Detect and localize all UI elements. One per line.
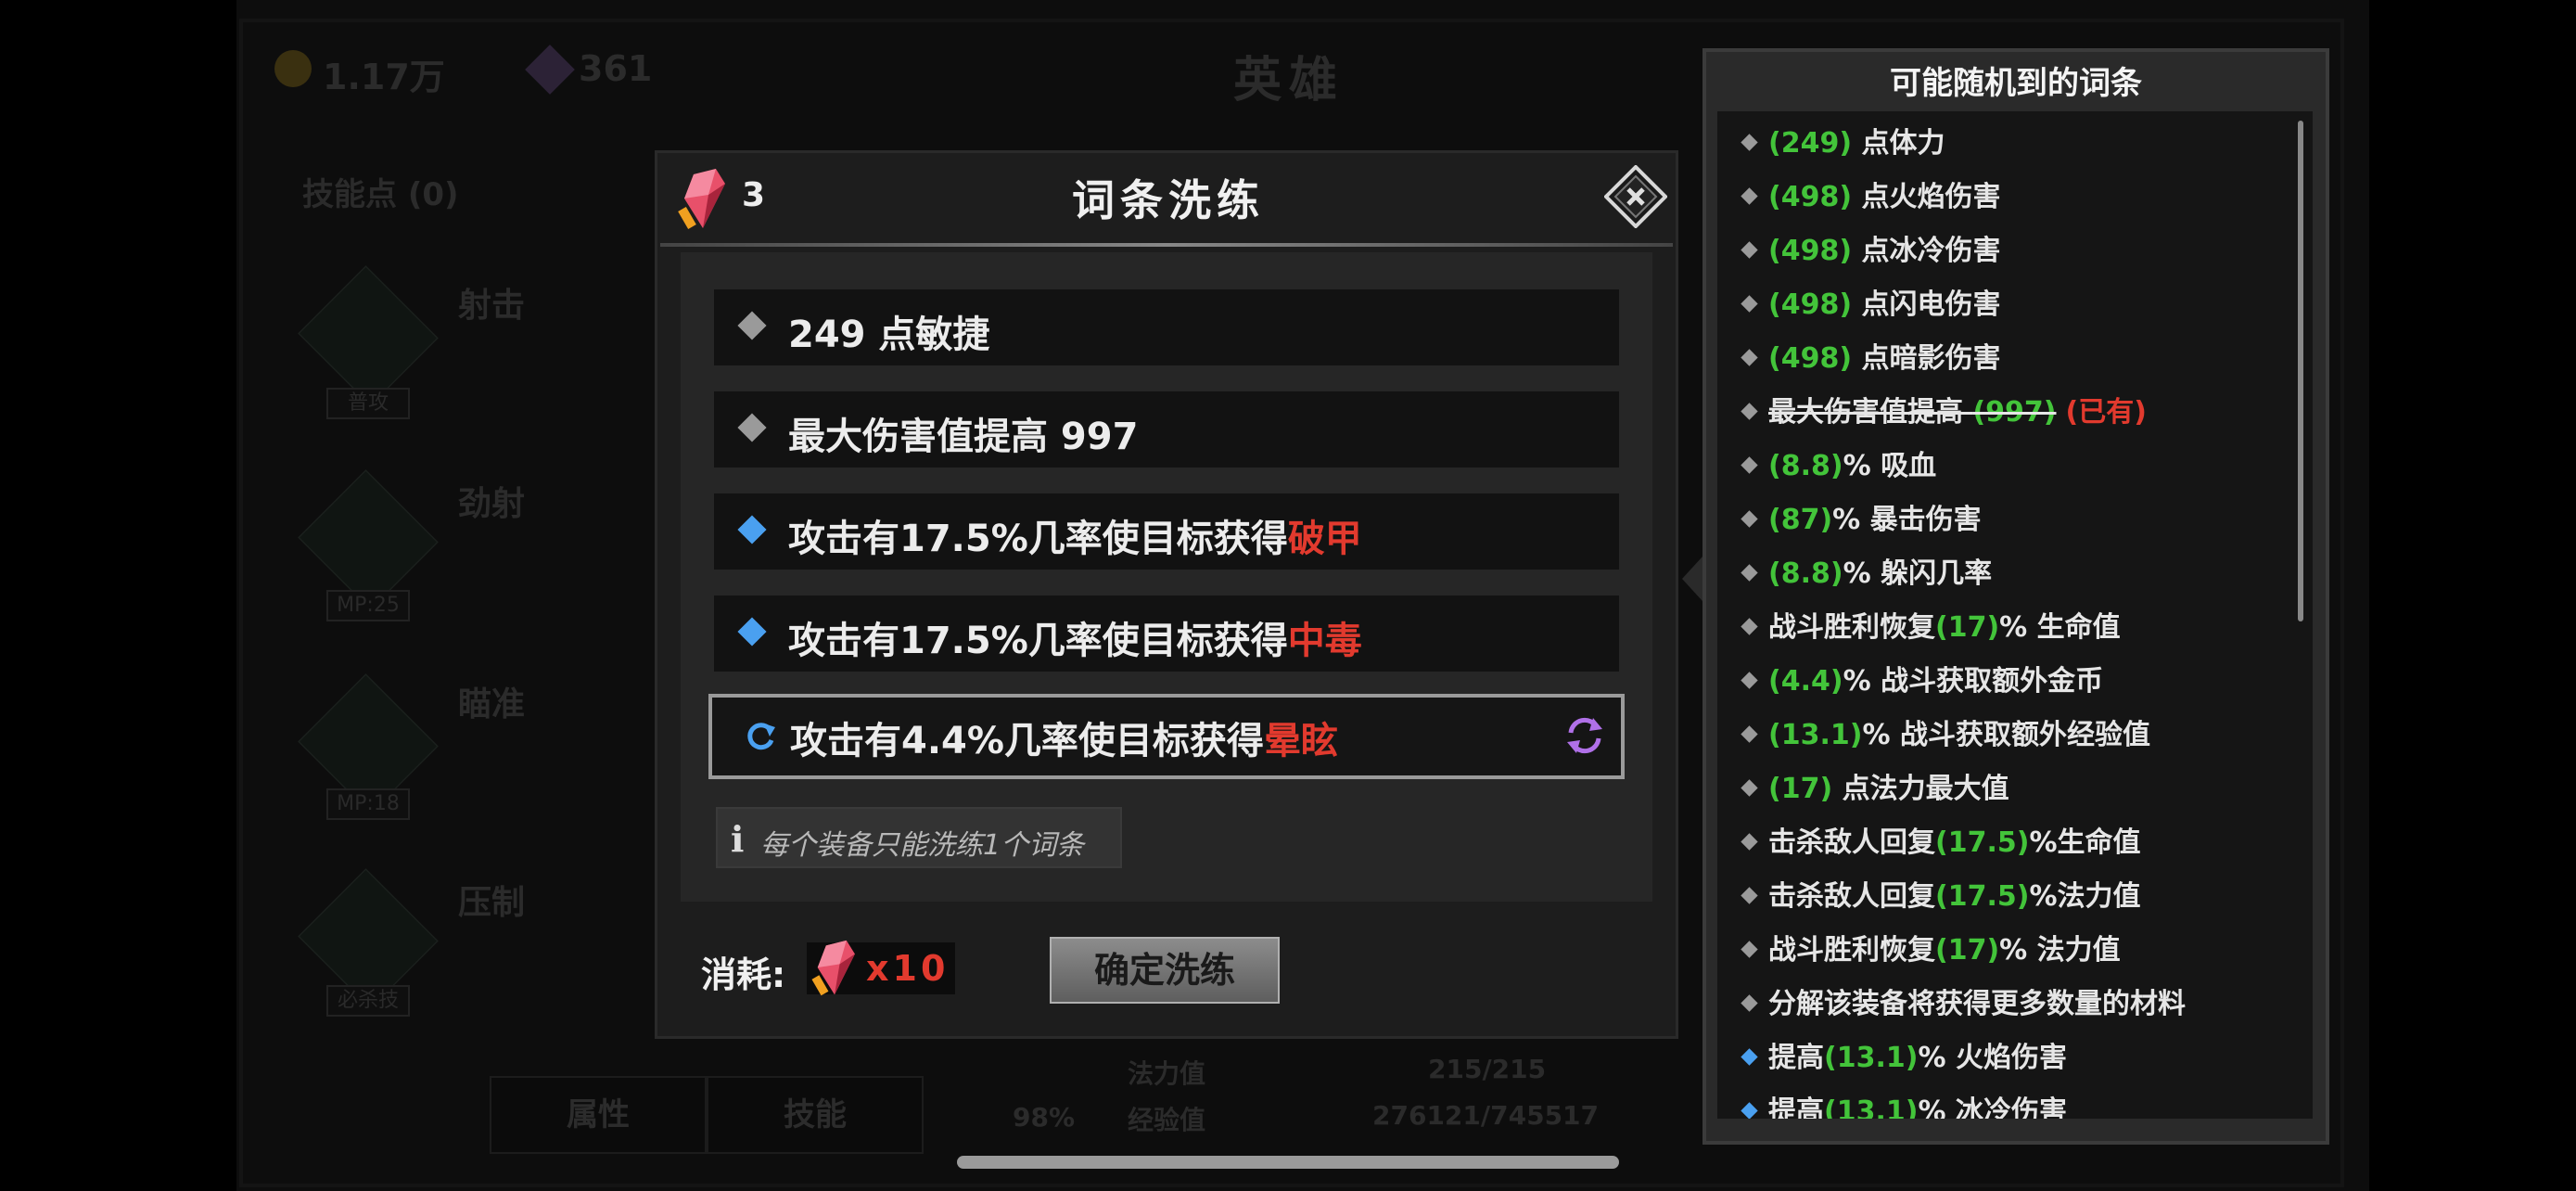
- panel-pointer: [1682, 557, 1702, 601]
- gold-amount: 1.17万: [323, 57, 445, 97]
- possible-affix-item: (498) 点火焰伤害: [1736, 171, 2001, 224]
- owned-badge: (已有): [2065, 396, 2147, 429]
- dialog-title: 词条洗练: [1072, 175, 1265, 225]
- possible-affix-item: (498) 点闪电伤害: [1736, 278, 2001, 332]
- possible-affix-item: 分解该装备将获得更多数量的材料: [1736, 978, 2186, 1031]
- possible-affix-item: (498) 点冰冷伤害: [1736, 224, 2001, 278]
- close-icon: [1603, 164, 1668, 229]
- skill-name: 压制: [458, 884, 526, 922]
- possible-affix-item: 提高(13.1)% 火焰伤害: [1736, 1031, 2067, 1085]
- possible-affix-item: (8.8)% 吸血: [1736, 440, 1936, 493]
- affix-text: 249 点敏捷: [788, 314, 990, 356]
- possible-affix-item: 击杀敌人回复(17.5)%生命值: [1736, 816, 2141, 870]
- close-button[interactable]: [1603, 164, 1668, 229]
- crystal-count: 3: [742, 176, 766, 214]
- diamond-bullet-icon: [737, 617, 767, 647]
- diamond-bullet-icon: [737, 413, 767, 442]
- stat-percent: 98%: [1013, 1102, 1076, 1133]
- cost-box: x10: [807, 940, 955, 996]
- skill-points-label: 技能点 (0): [302, 176, 459, 213]
- diamond-bullet-icon: [1741, 564, 1758, 582]
- notice-text: 每个装备只能洗练1个词条: [760, 829, 1085, 862]
- notice-box: i 每个装备只能洗练1个词条: [716, 807, 1122, 868]
- skill-tag: MP:25: [326, 590, 410, 621]
- diamond-bullet-icon: [1741, 779, 1758, 797]
- mana-value: 215/215: [1428, 1054, 1547, 1084]
- diamond-bullet-icon: [1741, 134, 1758, 151]
- confirm-reroll-button[interactable]: 确定洗练: [1050, 937, 1280, 1004]
- diamond-bullet-icon: [1741, 456, 1758, 474]
- page-title: 英雄: [1233, 53, 1345, 109]
- skill-name: 瞄准: [458, 685, 526, 724]
- diamond-bullet-icon: [737, 515, 767, 544]
- skill-tag: 普攻: [326, 388, 410, 419]
- list-scrollbar[interactable]: [2298, 121, 2303, 621]
- affix-text: 攻击有17.5%几率使目标获得中毒: [788, 620, 1362, 662]
- affix-text: 攻击有4.4%几率使目标获得晕眩: [790, 720, 1338, 762]
- tab-skills[interactable]: 技能: [707, 1076, 924, 1154]
- possible-affix-item: 战斗胜利恢复(17)% 法力值: [1736, 924, 2121, 978]
- possible-affix-item: (8.8)% 躲闪几率: [1736, 547, 1992, 601]
- possible-affix-item: 击杀敌人回复(17.5)%法力值: [1736, 870, 2141, 924]
- diamond-bullet-icon: [1741, 941, 1758, 958]
- diamond-bullet-icon: [1741, 349, 1758, 366]
- possible-affix-item: 战斗胜利恢复(17)% 生命值: [1736, 601, 2121, 655]
- skill-tag: MP:18: [326, 788, 410, 820]
- header-divider: [660, 243, 1673, 247]
- possible-affix-item: (498) 点暗影伤害: [1736, 332, 2001, 386]
- crystal-icon: [811, 940, 855, 996]
- possible-affix-item: 提高(13.1)% 冰冷伤害: [1736, 1085, 2067, 1119]
- affix-row-selected[interactable]: 攻击有4.4%几率使目标获得晕眩: [708, 694, 1625, 779]
- possible-affix-item: (13.1)% 战斗获取额外经验值: [1736, 709, 2150, 762]
- home-indicator[interactable]: [957, 1156, 1619, 1169]
- diamond-bullet-icon: [737, 311, 767, 340]
- gem-amount: 361: [579, 48, 653, 89]
- diamond-bullet-icon: [1741, 295, 1758, 313]
- info-icon: i: [731, 818, 745, 860]
- exp-value: 276121/745517: [1372, 1100, 1600, 1131]
- cycle-icon[interactable]: [1562, 712, 1608, 759]
- affix-row[interactable]: 攻击有17.5%几率使目标获得中毒: [714, 596, 1619, 672]
- possible-affix-item: (87)% 暴击伤害: [1736, 493, 1982, 547]
- crystal-icon: [675, 167, 731, 236]
- possible-affix-item: (4.4)% 战斗获取额外金币: [1736, 655, 2103, 709]
- skill-name: 劲射: [458, 485, 526, 523]
- cost-value: x10: [866, 948, 950, 989]
- possible-affix-item: (17) 点法力最大值: [1736, 762, 2009, 816]
- affix-text: 最大伤害值提高 997: [788, 416, 1139, 458]
- possible-affix-list[interactable]: (249) 点体力 (498) 点火焰伤害 (498) 点冰冷伤害 (498) 点闪电…: [1717, 111, 2313, 1119]
- diamond-bullet-icon: [1741, 672, 1758, 689]
- gold-coin-icon: [274, 50, 312, 87]
- diamond-bullet-icon: [1741, 1048, 1758, 1066]
- skill-tag: 必杀技: [326, 985, 410, 1017]
- exp-label: 经验值: [1128, 1105, 1206, 1135]
- diamond-bullet-icon: [1741, 1102, 1758, 1119]
- diamond-bullet-icon: [1741, 725, 1758, 743]
- affix-row[interactable]: 249 点敏捷: [714, 289, 1619, 365]
- affix-row[interactable]: 最大伤害值提高 997: [714, 391, 1619, 467]
- diamond-bullet-icon: [1741, 510, 1758, 528]
- possible-affix-item: (249) 点体力: [1736, 117, 1945, 171]
- diamond-bullet-icon: [1741, 887, 1758, 904]
- diamond-bullet-icon: [1741, 403, 1758, 420]
- diamond-bullet-icon: [1741, 187, 1758, 205]
- refresh-icon: [747, 723, 775, 750]
- skill-name: 射击: [458, 287, 526, 325]
- cost-label: 消耗:: [701, 954, 786, 995]
- diamond-bullet-icon: [1741, 241, 1758, 259]
- diamond-bullet-icon: [1741, 618, 1758, 635]
- diamond-bullet-icon: [1741, 833, 1758, 851]
- affix-text: 攻击有17.5%几率使目标获得破甲: [788, 518, 1362, 560]
- tab-attributes[interactable]: 属性: [490, 1076, 707, 1154]
- possible-affix-title: 可能随机到的词条: [1890, 65, 2142, 102]
- affix-row[interactable]: 攻击有17.5%几率使目标获得破甲: [714, 493, 1619, 570]
- diamond-bullet-icon: [1741, 994, 1758, 1012]
- mana-label: 法力值: [1128, 1058, 1206, 1089]
- possible-affix-item: 最大伤害值提高 (997) (已有): [1736, 386, 2147, 440]
